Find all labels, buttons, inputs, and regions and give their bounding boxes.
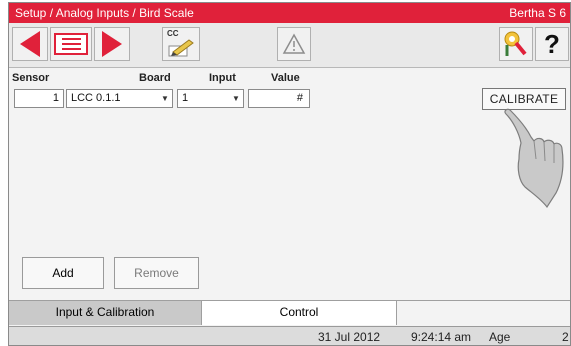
value-field: #	[248, 89, 310, 108]
page-title: Setup / Analog Inputs / Bird Scale	[15, 6, 194, 20]
toolbar: CC ?	[9, 23, 570, 68]
grid-header: Sensor Board Input Value	[9, 70, 570, 88]
input-value: 1	[182, 92, 189, 104]
status-date: 31 Jul 2012	[318, 330, 381, 344]
column-header-board: Board	[139, 72, 171, 84]
menu-list-icon	[54, 33, 88, 55]
sensor-number-field[interactable]: 1	[14, 89, 64, 108]
help-label: ?	[544, 28, 560, 59]
chevron-down-icon: ▼	[161, 94, 169, 103]
copy-label: CC	[167, 29, 179, 38]
chevron-down-icon: ▼	[232, 94, 240, 103]
copy-button[interactable]: CC	[162, 27, 200, 61]
list-button[interactable]	[50, 27, 92, 61]
install-key-icon	[504, 31, 527, 56]
tab-control[interactable]: Control	[202, 301, 397, 325]
warning-icon	[282, 33, 306, 54]
column-header-value: Value	[271, 72, 300, 84]
status-bar: 31 Jul 2012 9:24:14 am Age 2	[9, 326, 570, 345]
value-reading: #	[296, 92, 303, 104]
board-select[interactable]: LCC 0.1.1 ▼	[66, 89, 173, 108]
title-bar: Setup / Analog Inputs / Bird Scale Berth…	[9, 3, 570, 23]
forward-button[interactable]	[94, 27, 130, 61]
back-button[interactable]	[12, 27, 48, 61]
device-name: Bertha S 6	[509, 6, 566, 20]
add-button[interactable]: Add	[22, 257, 104, 289]
board-value: LCC 0.1.1	[71, 92, 121, 104]
column-header-input: Input	[209, 72, 236, 84]
column-header-sensor: Sensor	[12, 72, 50, 84]
status-age-value: 2	[562, 330, 569, 344]
pencil-copy-icon	[168, 39, 194, 57]
right-arrow-icon	[102, 31, 122, 57]
status-age-label: Age	[489, 330, 511, 344]
help-button[interactable]: ?	[535, 27, 569, 61]
pointing-hand-icon	[504, 108, 564, 209]
input-select[interactable]: 1 ▼	[177, 89, 244, 108]
left-arrow-icon	[20, 31, 40, 57]
sensor-number: 1	[52, 92, 59, 104]
status-time: 9:24:14 am	[411, 330, 472, 344]
alarm-button[interactable]	[277, 27, 311, 61]
install-button[interactable]	[499, 27, 533, 61]
table-row: 1 LCC 0.1.1 ▼ 1 ▼ # CALIBRATE	[14, 88, 566, 111]
touch-screen: Setup / Analog Inputs / Bird Scale Berth…	[8, 2, 571, 346]
remove-button[interactable]: Remove	[114, 257, 199, 289]
tab-bar: Input & Calibration Control	[9, 300, 570, 325]
tab-input-calibration[interactable]: Input & Calibration	[9, 301, 202, 325]
